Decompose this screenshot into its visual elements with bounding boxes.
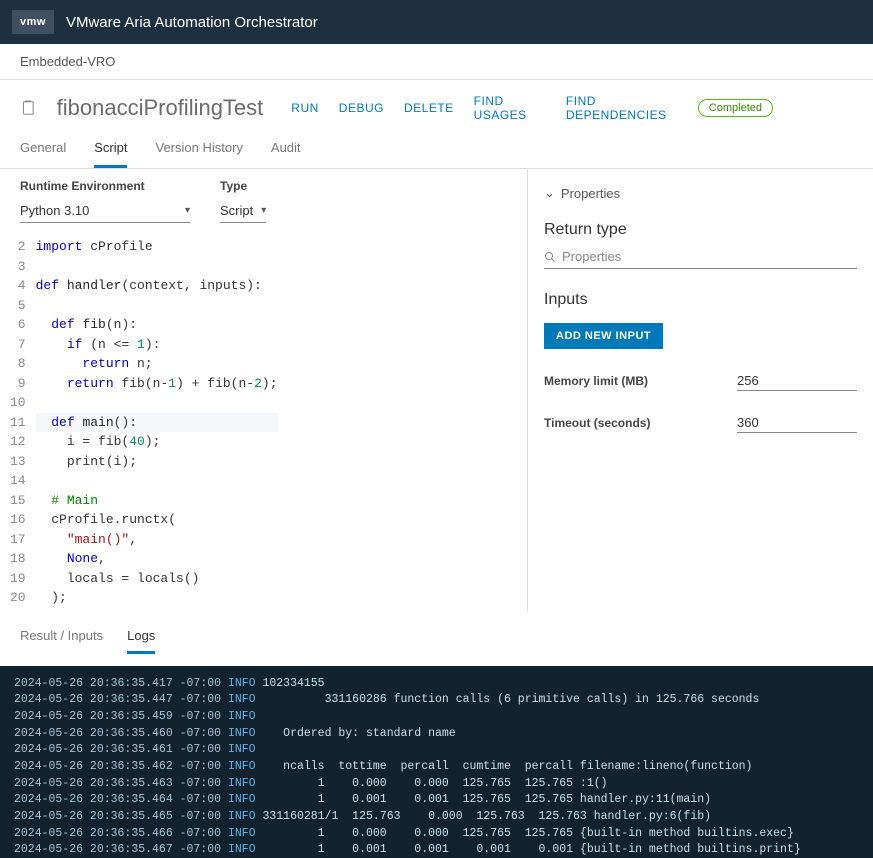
code-editor[interactable]: 234567891011121314151617181920 import cP… bbox=[0, 233, 527, 612]
main-tabs: General Script Version History Audit bbox=[0, 126, 873, 169]
log-line: 2024-05-26 20:36:35.447 -07:00 INFO 3311… bbox=[14, 692, 859, 709]
search-icon bbox=[544, 251, 556, 263]
log-line: 2024-05-26 20:36:35.417 -07:00 INFO 1023… bbox=[14, 676, 859, 693]
return-type-label: Return type bbox=[544, 221, 857, 239]
log-line: 2024-05-26 20:36:35.459 -07:00 INFO bbox=[14, 709, 859, 726]
tab-audit[interactable]: Audit bbox=[271, 134, 301, 168]
log-line: 2024-05-26 20:36:35.467 -07:00 INFO 1 0.… bbox=[14, 842, 859, 857]
timeout-field: Timeout (seconds) 360 bbox=[544, 413, 857, 433]
chevron-down-icon: ⌄ bbox=[544, 185, 555, 201]
script-file-icon bbox=[20, 98, 37, 118]
type-label: Type bbox=[220, 179, 266, 193]
vmw-logo: vmw bbox=[12, 10, 54, 34]
type-value: Script bbox=[220, 203, 253, 218]
memory-limit-label: Memory limit (MB) bbox=[544, 374, 648, 388]
log-line: 2024-05-26 20:36:35.460 -07:00 INFO Orde… bbox=[14, 726, 859, 743]
status-badge: Completed bbox=[698, 99, 773, 117]
code-body[interactable]: import cProfile def handler(context, inp… bbox=[36, 233, 278, 612]
delete-action[interactable]: DELETE bbox=[404, 101, 454, 115]
log-line: 2024-05-26 20:36:35.462 -07:00 INFO ncal… bbox=[14, 759, 859, 776]
properties-toggle[interactable]: ⌄ Properties bbox=[544, 181, 857, 211]
memory-limit-value[interactable]: 256 bbox=[737, 371, 857, 391]
tab-script[interactable]: Script bbox=[94, 134, 127, 168]
tab-version-history[interactable]: Version History bbox=[155, 134, 242, 168]
log-line: 2024-05-26 20:36:35.463 -07:00 INFO 1 0.… bbox=[14, 776, 859, 793]
bottom-tabs: Result / Inputs Logs bbox=[0, 612, 873, 654]
type-group: Type Script ▾ bbox=[220, 179, 266, 223]
chevron-down-icon: ▾ bbox=[185, 205, 190, 216]
inputs-label: Inputs bbox=[544, 291, 857, 309]
properties-header-label: Properties bbox=[561, 186, 620, 201]
log-line: 2024-05-26 20:36:35.464 -07:00 INFO 1 0.… bbox=[14, 792, 859, 809]
page-header: fibonacciProfilingTest RUN DEBUG DELETE … bbox=[0, 80, 873, 126]
log-line: 2024-05-26 20:36:35.466 -07:00 INFO 1 0.… bbox=[14, 826, 859, 843]
breadcrumb[interactable]: Embedded-VRO bbox=[0, 44, 873, 80]
add-new-input-button[interactable]: ADD NEW INPUT bbox=[544, 323, 663, 349]
timeout-value[interactable]: 360 bbox=[737, 413, 857, 433]
chevron-down-icon: ▾ bbox=[261, 205, 266, 216]
line-gutter: 234567891011121314151617181920 bbox=[0, 233, 36, 612]
return-type-search[interactable]: Properties bbox=[544, 245, 857, 269]
top-banner: vmw VMware Aria Automation Orchestrator bbox=[0, 0, 873, 44]
runtime-env-value: Python 3.10 bbox=[20, 203, 89, 218]
page-title: fibonacciProfilingTest bbox=[57, 95, 264, 121]
runtime-env-select[interactable]: Python 3.10 ▾ bbox=[20, 199, 190, 223]
memory-limit-field: Memory limit (MB) 256 bbox=[544, 371, 857, 391]
main-split: Runtime Environment Python 3.10 ▾ Type S… bbox=[0, 169, 873, 612]
editor-pane: Runtime Environment Python 3.10 ▾ Type S… bbox=[0, 169, 528, 612]
log-line: 2024-05-26 20:36:35.465 -07:00 INFO 3311… bbox=[14, 809, 859, 826]
run-action[interactable]: RUN bbox=[291, 101, 319, 115]
tab-general[interactable]: General bbox=[20, 134, 66, 168]
log-line: 2024-05-26 20:36:35.461 -07:00 INFO bbox=[14, 742, 859, 759]
bottom-tab-logs[interactable]: Logs bbox=[127, 622, 155, 654]
timeout-label: Timeout (seconds) bbox=[544, 416, 650, 430]
find-dependencies-action[interactable]: FIND DEPENDENCIES bbox=[566, 94, 678, 122]
runtime-controls: Runtime Environment Python 3.10 ▾ Type S… bbox=[0, 169, 527, 233]
runtime-env-label: Runtime Environment bbox=[20, 179, 190, 193]
find-usages-action[interactable]: FIND USAGES bbox=[474, 94, 546, 122]
runtime-env-group: Runtime Environment Python 3.10 ▾ bbox=[20, 179, 190, 223]
type-select[interactable]: Script ▾ bbox=[220, 199, 266, 223]
bottom-tab-result-inputs[interactable]: Result / Inputs bbox=[20, 622, 103, 654]
return-type-placeholder: Properties bbox=[562, 249, 621, 264]
debug-action[interactable]: DEBUG bbox=[339, 101, 384, 115]
logs-panel[interactable]: 2024-05-26 20:36:35.417 -07:00 INFO 1023… bbox=[0, 666, 873, 858]
banner-title: VMware Aria Automation Orchestrator bbox=[66, 14, 318, 31]
properties-panel: ⌄ Properties Return type Properties Inpu… bbox=[528, 169, 873, 612]
